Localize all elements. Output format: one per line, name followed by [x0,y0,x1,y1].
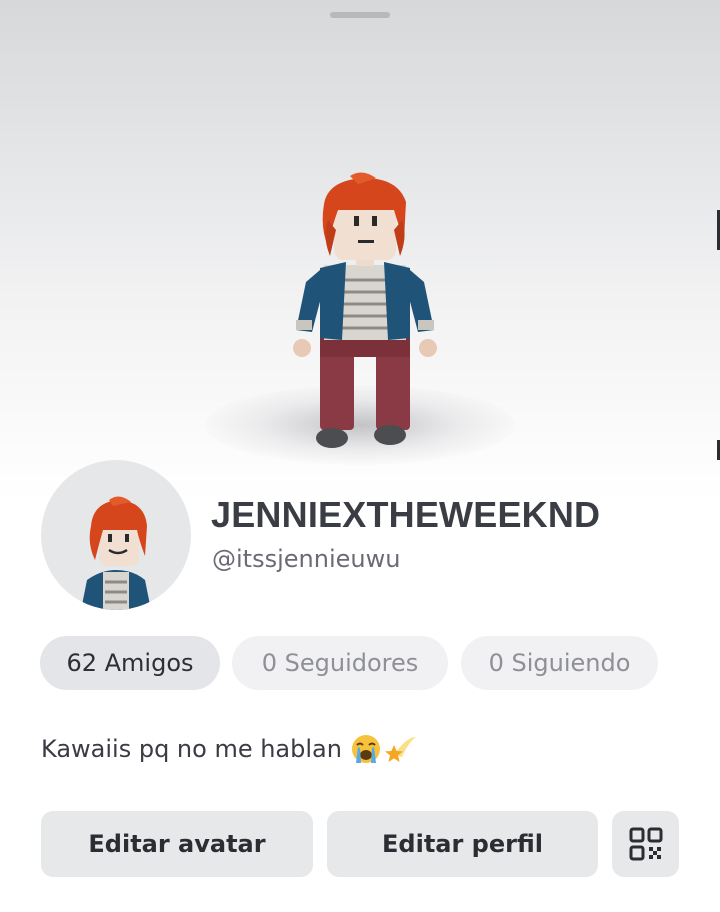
bio-text: Kawaiis pq no me hablan [41,735,342,763]
qr-code-icon [629,827,662,861]
loudly-crying-face-icon [351,735,380,763]
avatar-jacket-left [320,262,346,340]
followers-count-chip[interactable]: 0 Seguidores [232,636,448,690]
avatar-preview-area [0,0,720,500]
display-name: JENNIEXTHEWEEKND [211,494,601,535]
edit-avatar-label: Editar avatar [88,830,266,858]
qr-code-button[interactable] [612,811,679,877]
avatar-jacket-right [384,262,410,340]
profile-sheet: JENNIEXTHEWEEKND @itssjennieuwu 62 Amigo… [0,0,720,912]
avatar-left-shoe [316,428,348,448]
following-count-chip[interactable]: 0 Siguiendo [461,636,658,690]
sheet-grab-handle[interactable] [330,12,390,18]
avatar-headshot[interactable] [41,460,191,610]
avatar-left-hand [293,339,311,357]
avatar-headshot-image [81,496,151,610]
following-count-label: 0 Siguiendo [488,649,631,677]
avatar-right-hand [419,339,437,357]
bio-emoji-group [350,733,418,765]
username: @itssjennieuwu [212,545,401,573]
followers-count-label: 0 Seguidores [261,649,419,677]
shooting-star-icon [384,737,416,762]
friends-count-chip[interactable]: 62 Amigos [40,636,220,690]
edit-profile-button[interactable]: Editar perfil [327,811,598,877]
edit-profile-label: Editar perfil [382,830,543,858]
avatar-right-shoe [374,425,406,445]
avatar-3d-figure[interactable] [280,170,450,460]
profile-bio: Kawaiis pq no me hablan [41,733,418,765]
edit-avatar-button[interactable]: Editar avatar [41,811,313,877]
friends-count-label: 62 Amigos [66,649,194,677]
avatar-head [334,206,396,260]
